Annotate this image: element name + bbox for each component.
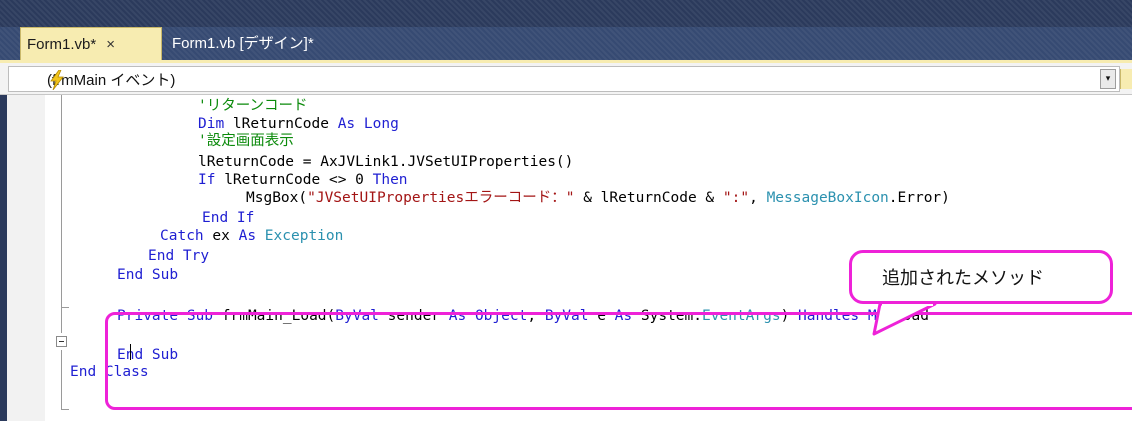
tab-form1-vb[interactable]: Form1.vb* × xyxy=(20,27,162,60)
member-dropdown-value: (frmMain イベント) xyxy=(47,71,176,89)
code-line: End Sub xyxy=(117,267,178,284)
tab-label: Form1.vb* xyxy=(27,35,97,53)
collapse-toggle-icon[interactable] xyxy=(56,336,67,347)
outline-guide xyxy=(61,95,62,333)
code-token: 'リターンコード xyxy=(198,98,308,114)
code-token: If xyxy=(198,172,225,188)
callout-text: 追加されたメソッド xyxy=(882,268,1044,289)
code-token: As Long xyxy=(337,116,399,132)
callout-bubble: 追加されたメソッド xyxy=(849,250,1113,304)
outline-guide-end xyxy=(61,409,69,410)
window-edge xyxy=(0,95,7,421)
outline-guide xyxy=(61,350,62,410)
code-line: If lReturnCode <> 0 Then xyxy=(198,172,408,189)
member-dropdown[interactable]: (frmMain イベント) xyxy=(8,66,1120,92)
code-line: lReturnCode = AxJVLink1.JVSetUIPropertie… xyxy=(198,154,573,171)
code-line: End If xyxy=(202,210,254,227)
code-token: End Sub xyxy=(117,267,179,283)
code-token: End Try xyxy=(148,248,210,264)
chevron-down-icon[interactable]: ▾ xyxy=(1100,69,1116,89)
code-token: ex xyxy=(212,228,239,244)
code-token: Dim xyxy=(198,116,233,132)
code-token: MsgBox( xyxy=(246,190,308,206)
code-token: ":" xyxy=(722,190,750,206)
code-token: "JVSetUIPropertiesエラーコード：" xyxy=(307,190,575,206)
code-token: & lReturnCode & xyxy=(574,190,723,206)
code-line: Catch ex As Exception xyxy=(160,228,343,245)
close-icon[interactable]: × xyxy=(106,36,115,53)
code-line: MsgBox("JVSetUIPropertiesエラーコード：" & lRet… xyxy=(246,190,950,207)
code-token: End If xyxy=(202,210,255,226)
lightning-event-icon xyxy=(50,70,64,90)
code-token: MessageBoxIcon xyxy=(766,190,889,206)
code-line: 'リターンコード xyxy=(198,98,308,115)
code-token: , xyxy=(749,190,767,206)
code-token: lReturnCode = AxJVLink1.JVSetUIPropertie… xyxy=(198,154,574,170)
highlight-frame xyxy=(105,312,1132,410)
code-line: Dim lReturnCode As Long xyxy=(198,116,399,133)
outline-guide-end xyxy=(61,307,69,308)
code-token: '設定画面表示 xyxy=(198,133,294,149)
code-token: Exception xyxy=(264,228,344,244)
tab-form1-designer[interactable]: Form1.vb [デザイン]* xyxy=(166,27,320,57)
editor-margin xyxy=(7,95,45,421)
code-token: .Error) xyxy=(888,190,950,206)
code-line: End Try xyxy=(148,248,209,265)
code-token: Catch xyxy=(160,228,213,244)
code-token: lReturnCode <> 0 xyxy=(224,172,373,188)
second-dropdown-edge[interactable] xyxy=(1120,69,1132,89)
tab-label: Form1.vb [デザイン]* xyxy=(172,34,314,52)
code-token: lReturnCode xyxy=(232,116,338,132)
code-token: Then xyxy=(372,172,408,188)
code-token: As xyxy=(238,228,265,244)
code-line: '設定画面表示 xyxy=(198,133,294,150)
